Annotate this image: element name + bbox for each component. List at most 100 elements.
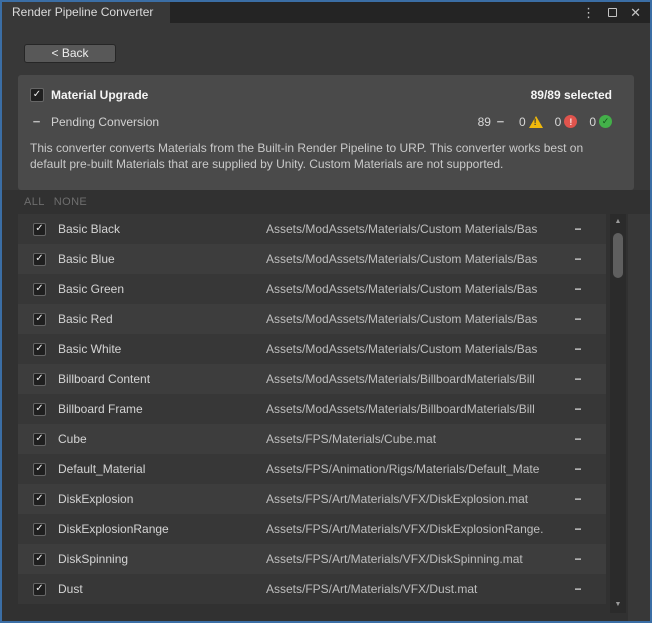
success-count: 0 xyxy=(589,115,596,129)
item-path: Assets/ModAssets/Materials/Custom Materi… xyxy=(266,312,572,326)
item-checkbox[interactable]: ✓ xyxy=(33,493,46,506)
tab-render-pipeline-converter[interactable]: Render Pipeline Converter xyxy=(2,2,170,23)
list-item[interactable]: ✓ Basic White Assets/ModAssets/Materials… xyxy=(18,334,606,364)
item-checkbox[interactable]: ✓ xyxy=(33,553,46,566)
item-path: Assets/ModAssets/Materials/Custom Materi… xyxy=(266,282,572,296)
item-checkbox[interactable]: ✓ xyxy=(33,373,46,386)
right-gutter xyxy=(628,214,650,621)
item-checkbox[interactable]: ✓ xyxy=(33,343,46,356)
item-checkbox[interactable]: ✓ xyxy=(33,223,46,236)
item-path: Assets/ModAssets/Materials/Custom Materi… xyxy=(266,252,572,266)
item-name: Dust xyxy=(58,582,266,596)
list-item[interactable]: ✓ Cube Assets/FPS/Materials/Cube.mat − xyxy=(18,424,606,454)
item-name: Basic Blue xyxy=(58,252,266,266)
pending-count: 89 xyxy=(478,115,491,129)
selected-count: 89/89 selected xyxy=(531,88,612,102)
error-icon: ! xyxy=(564,115,577,128)
list-item[interactable]: ✓ Dust Assets/FPS/Art/Materials/VFX/Dust… xyxy=(18,574,606,604)
list-item[interactable]: ✓ DiskSpinning Assets/FPS/Art/Materials/… xyxy=(18,544,606,574)
item-status-dash-icon: − xyxy=(572,402,584,416)
item-name: Basic Red xyxy=(58,312,266,326)
item-path: Assets/FPS/Art/Materials/VFX/DiskSpinnin… xyxy=(266,552,572,566)
converter-checkbox[interactable]: ✓ xyxy=(30,88,44,102)
item-checkbox[interactable]: ✓ xyxy=(33,523,46,536)
item-status-dash-icon: − xyxy=(572,372,584,386)
item-name: Basic Green xyxy=(58,282,266,296)
scroll-up-icon[interactable]: ▲ xyxy=(610,217,626,227)
item-checkbox[interactable]: ✓ xyxy=(33,583,46,596)
toolbar: < Back xyxy=(2,23,650,75)
item-checkbox[interactable]: ✓ xyxy=(33,463,46,476)
list-item[interactable]: ✓ Billboard Frame Assets/ModAssets/Mater… xyxy=(18,394,606,424)
pending-minus-icon: − xyxy=(30,114,43,129)
maximize-icon[interactable] xyxy=(608,6,617,19)
item-status-dash-icon: − xyxy=(572,522,584,536)
converter-title: Material Upgrade xyxy=(51,88,148,102)
item-status-dash-icon: − xyxy=(572,222,584,236)
converter-description: This converter converts Materials from t… xyxy=(30,140,612,172)
item-status-dash-icon: − xyxy=(572,492,584,506)
list-item[interactable]: ✓ Billboard Content Assets/ModAssets/Mat… xyxy=(18,364,606,394)
converter-panel: ✓ Material Upgrade 89/89 selected − Pend… xyxy=(18,75,634,190)
select-bar: ALL NONE xyxy=(2,190,650,214)
item-name: DiskSpinning xyxy=(58,552,266,566)
list-item[interactable]: ✓ Default_Material Assets/FPS/Animation/… xyxy=(18,454,606,484)
item-path: Assets/ModAssets/Materials/Custom Materi… xyxy=(266,222,572,236)
warning-count: 0 xyxy=(519,115,526,129)
scroll-down-icon[interactable]: ▼ xyxy=(610,600,626,610)
item-status-dash-icon: − xyxy=(572,432,584,446)
item-path: Assets/FPS/Materials/Cube.mat xyxy=(266,432,572,446)
select-none-button[interactable]: NONE xyxy=(54,196,87,208)
item-name: Billboard Frame xyxy=(58,402,266,416)
list-area: ✓ Basic Black Assets/ModAssets/Materials… xyxy=(2,214,650,621)
content-lower: ALL NONE ✓ Basic Black Assets/ModAssets/… xyxy=(2,190,650,621)
list-item[interactable]: ✓ DiskExplosionRange Assets/FPS/Art/Mate… xyxy=(18,514,606,544)
item-checkbox[interactable]: ✓ xyxy=(33,403,46,416)
item-name: Basic Black xyxy=(58,222,266,236)
pending-label: Pending Conversion xyxy=(51,115,159,129)
item-name: Billboard Content xyxy=(58,372,266,386)
list-item[interactable]: ✓ DiskExplosion Assets/FPS/Art/Materials… xyxy=(18,484,606,514)
item-path: Assets/FPS/Art/Materials/VFX/DiskExplosi… xyxy=(266,522,572,536)
item-status-dash-icon: − xyxy=(572,312,584,326)
item-name: DiskExplosionRange xyxy=(58,522,266,536)
item-status-dash-icon: − xyxy=(572,282,584,296)
item-name: Basic White xyxy=(58,342,266,356)
window-title: Render Pipeline Converter xyxy=(12,5,153,19)
scroll-thumb[interactable] xyxy=(613,233,623,278)
item-path: Assets/FPS/Animation/Rigs/Materials/Defa… xyxy=(266,462,572,476)
item-checkbox[interactable]: ✓ xyxy=(33,253,46,266)
item-status-dash-icon: − xyxy=(572,552,584,566)
item-checkbox[interactable]: ✓ xyxy=(33,313,46,326)
item-checkbox[interactable]: ✓ xyxy=(33,433,46,446)
item-path: Assets/FPS/Art/Materials/VFX/Dust.mat xyxy=(266,582,572,596)
list-item[interactable]: ✓ Basic Red Assets/ModAssets/Materials/C… xyxy=(18,304,606,334)
warning-icon xyxy=(529,116,543,128)
item-path: Assets/ModAssets/Materials/BillboardMate… xyxy=(266,372,572,386)
scrollbar[interactable]: ▲ ▼ xyxy=(610,214,626,613)
list-item[interactable]: ✓ Basic Black Assets/ModAssets/Materials… xyxy=(18,214,606,244)
window-controls: ⋮ ✕ xyxy=(582,2,641,23)
pending-conversion-row: − Pending Conversion 89 − 0 0 ! 0 ✓ xyxy=(30,114,612,129)
titlebar: Render Pipeline Converter ⋮ ✕ xyxy=(2,2,650,23)
back-button[interactable]: < Back xyxy=(24,44,116,63)
item-checkbox[interactable]: ✓ xyxy=(33,283,46,296)
render-pipeline-converter-window: Render Pipeline Converter ⋮ ✕ < Back ✓ M… xyxy=(0,0,652,623)
status-counts: 89 − 0 0 ! 0 ✓ xyxy=(478,114,612,129)
kebab-menu-icon[interactable]: ⋮ xyxy=(582,6,595,19)
item-name: Cube xyxy=(58,432,266,446)
select-all-button[interactable]: ALL xyxy=(24,196,45,208)
list-item[interactable]: ✓ Basic Blue Assets/ModAssets/Materials/… xyxy=(18,244,606,274)
success-icon: ✓ xyxy=(599,115,612,128)
conversion-list: ✓ Basic Black Assets/ModAssets/Materials… xyxy=(18,214,606,604)
item-path: Assets/ModAssets/Materials/Custom Materi… xyxy=(266,342,572,356)
pending-state-minus-icon: − xyxy=(494,114,507,129)
item-status-dash-icon: − xyxy=(572,342,584,356)
item-path: Assets/ModAssets/Materials/BillboardMate… xyxy=(266,402,572,416)
item-status-dash-icon: − xyxy=(572,462,584,476)
item-path: Assets/FPS/Art/Materials/VFX/DiskExplosi… xyxy=(266,492,572,506)
item-status-dash-icon: − xyxy=(572,252,584,266)
list-item[interactable]: ✓ Basic Green Assets/ModAssets/Materials… xyxy=(18,274,606,304)
close-icon[interactable]: ✕ xyxy=(630,6,641,19)
error-count: 0 xyxy=(555,115,562,129)
